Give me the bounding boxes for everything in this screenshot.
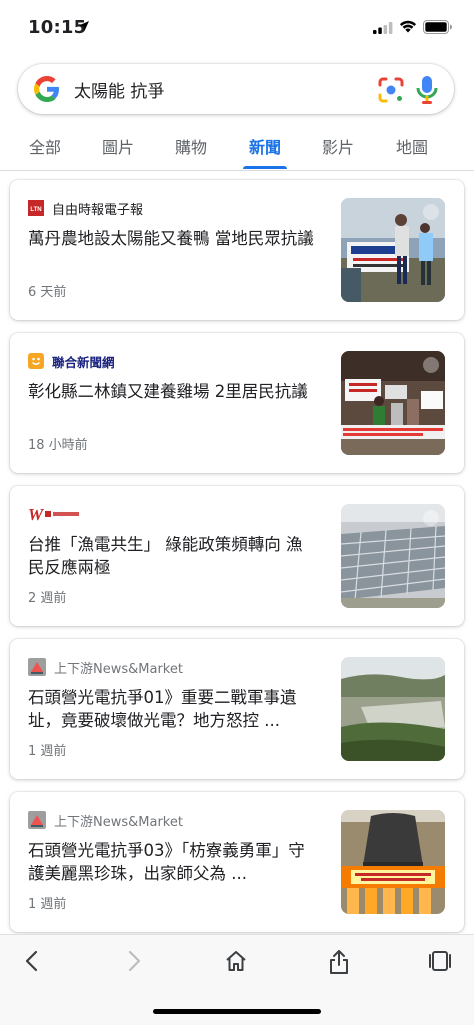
tab-maps[interactable]: 地圖 [396, 134, 428, 158]
tab-videos[interactable]: 影片 [322, 134, 354, 158]
news-headline[interactable]: 萬丹農地設太陽能又養鴨 當地民眾抗議 [28, 227, 318, 250]
news-thumbnail[interactable] [341, 657, 445, 761]
world-news-logo-icon: W [28, 505, 79, 523]
news-source: W [28, 505, 88, 523]
newsmarket-logo-icon [28, 811, 46, 829]
home-icon[interactable] [224, 949, 248, 973]
news-source-name: 上下游News&Market [54, 814, 183, 830]
news-thumbnail[interactable] [341, 198, 445, 302]
microphone-icon[interactable] [416, 75, 438, 105]
news-headline[interactable]: 台推「漁電共生」 綠能政策頻轉向 漁民反應兩極 [28, 533, 318, 579]
news-thumbnail[interactable] [341, 351, 445, 455]
tab-shopping[interactable]: 購物 [175, 134, 207, 158]
forward-icon[interactable] [124, 949, 144, 973]
active-tab-indicator [243, 166, 287, 169]
news-headline[interactable]: 彰化縣二林鎮又建養雞場 2里居民抗議 [28, 380, 318, 403]
status-bar: 10:15 [0, 0, 474, 54]
news-card[interactable]: 上下游News&Market 石頭營光電抗爭03》「枋寮義勇軍」守護美麗黑珍珠，… [10, 792, 464, 932]
news-age: 6 天前 [28, 285, 67, 300]
news-thumbnail[interactable] [341, 504, 445, 608]
tab-news[interactable]: 新聞 [249, 134, 281, 158]
udn-logo-icon [28, 353, 44, 369]
google-lens-icon[interactable] [377, 76, 405, 104]
tabs-switcher-icon[interactable] [428, 949, 452, 973]
news-source: 上下游News&Market [28, 811, 183, 830]
svg-text:LTN: LTN [30, 207, 41, 213]
amp-badge-icon [423, 510, 439, 526]
news-source: 聯合新聞網 [28, 352, 115, 370]
location-arrow-icon [79, 21, 89, 31]
news-headline[interactable]: 石頭營光電抗爭03》「枋寮義勇軍」守護美麗黑珍珠，出家師父為 ... [28, 839, 318, 885]
search-bar[interactable]: 太陽能 抗爭 [18, 64, 454, 114]
news-source: 上下游News&Market [28, 658, 183, 677]
news-source-name: 自由時報電子報 [52, 202, 144, 218]
home-indicator[interactable] [153, 1009, 321, 1014]
tab-images[interactable]: 圖片 [102, 134, 134, 158]
news-age: 1 週前 [28, 744, 67, 759]
news-age: 18 小時前 [28, 438, 88, 453]
wifi-icon [399, 20, 417, 33]
news-card[interactable]: 上下游News&Market 石頭營光電抗爭01》重要二戰軍事遺址，竟要破壞做光… [10, 639, 464, 779]
share-icon[interactable] [327, 949, 351, 975]
cellular-signal-icon [373, 22, 393, 34]
news-source-name: 上下游News&Market [54, 661, 183, 677]
amp-badge-icon [423, 204, 439, 220]
back-icon[interactable] [22, 949, 42, 973]
news-card[interactable]: W 台推「漁電共生」 綠能政策頻轉向 漁民反應兩極 2 週前 [10, 486, 464, 626]
battery-icon [423, 20, 452, 34]
news-age: 2 週前 [28, 591, 67, 606]
search-type-tabs: 全部 圖片 購物 新聞 影片 地圖 [0, 124, 474, 171]
ltn-logo-icon: LTN [28, 200, 44, 216]
news-thumbnail[interactable] [341, 810, 445, 914]
news-source: LTN 自由時報電子報 [28, 199, 144, 218]
tab-all[interactable]: 全部 [29, 134, 61, 158]
news-source-name: 聯合新聞網 [52, 354, 115, 370]
google-logo-icon[interactable] [34, 76, 60, 102]
news-age: 1 週前 [28, 897, 67, 912]
news-headline[interactable]: 石頭營光電抗爭01》重要二戰軍事遺址，竟要破壞做光電？地方怒控 ... [28, 686, 318, 732]
newsmarket-logo-icon [28, 658, 46, 676]
amp-badge-icon [423, 357, 439, 373]
search-input[interactable]: 太陽能 抗爭 [74, 77, 164, 102]
news-card[interactable]: LTN 自由時報電子報 萬丹農地設太陽能又養鴨 當地民眾抗議 6 天前 [10, 180, 464, 320]
svg-text:W: W [28, 505, 45, 523]
news-card[interactable]: 聯合新聞網 彰化縣二林鎮又建養雞場 2里居民抗議 18 小時前 [10, 333, 464, 473]
